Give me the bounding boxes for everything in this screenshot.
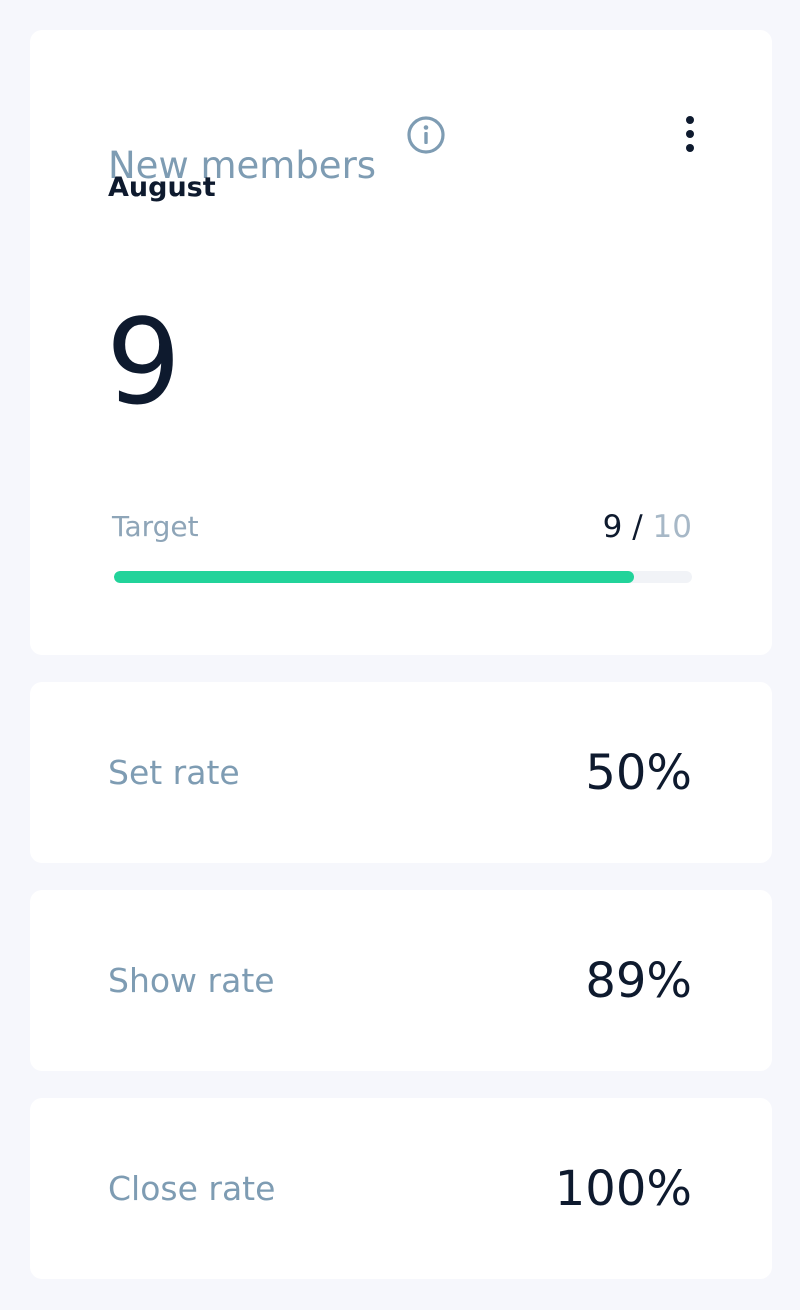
set-rate-card: Set rate 50% — [30, 682, 772, 863]
show-rate-label: Show rate — [108, 961, 275, 1000]
new-members-card: New members August 9 Target 9 / 10 — [30, 30, 772, 655]
target-current: 9 — [602, 509, 623, 545]
target-count: 9 / 10 — [603, 508, 692, 546]
more-options-button[interactable] — [670, 112, 710, 156]
show-rate-card: Show rate 89% — [30, 890, 772, 1071]
target-goal: 10 — [652, 509, 692, 545]
close-rate-label: Close rate — [108, 1169, 276, 1208]
target-progress-fill — [114, 571, 635, 583]
close-rate-value: 100% — [554, 1160, 692, 1217]
target-separator: / — [622, 509, 653, 545]
more-vertical-icon — [670, 116, 710, 160]
target-progress-bar — [114, 571, 692, 583]
set-rate-label: Set rate — [108, 753, 240, 792]
target-label: Target — [112, 510, 199, 543]
period-label: August — [108, 172, 216, 203]
new-members-value: 9 — [106, 293, 182, 431]
set-rate-value: 50% — [585, 744, 692, 801]
info-icon[interactable] — [406, 115, 446, 155]
show-rate-value: 89% — [585, 952, 692, 1009]
close-rate-card: Close rate 100% — [30, 1098, 772, 1279]
